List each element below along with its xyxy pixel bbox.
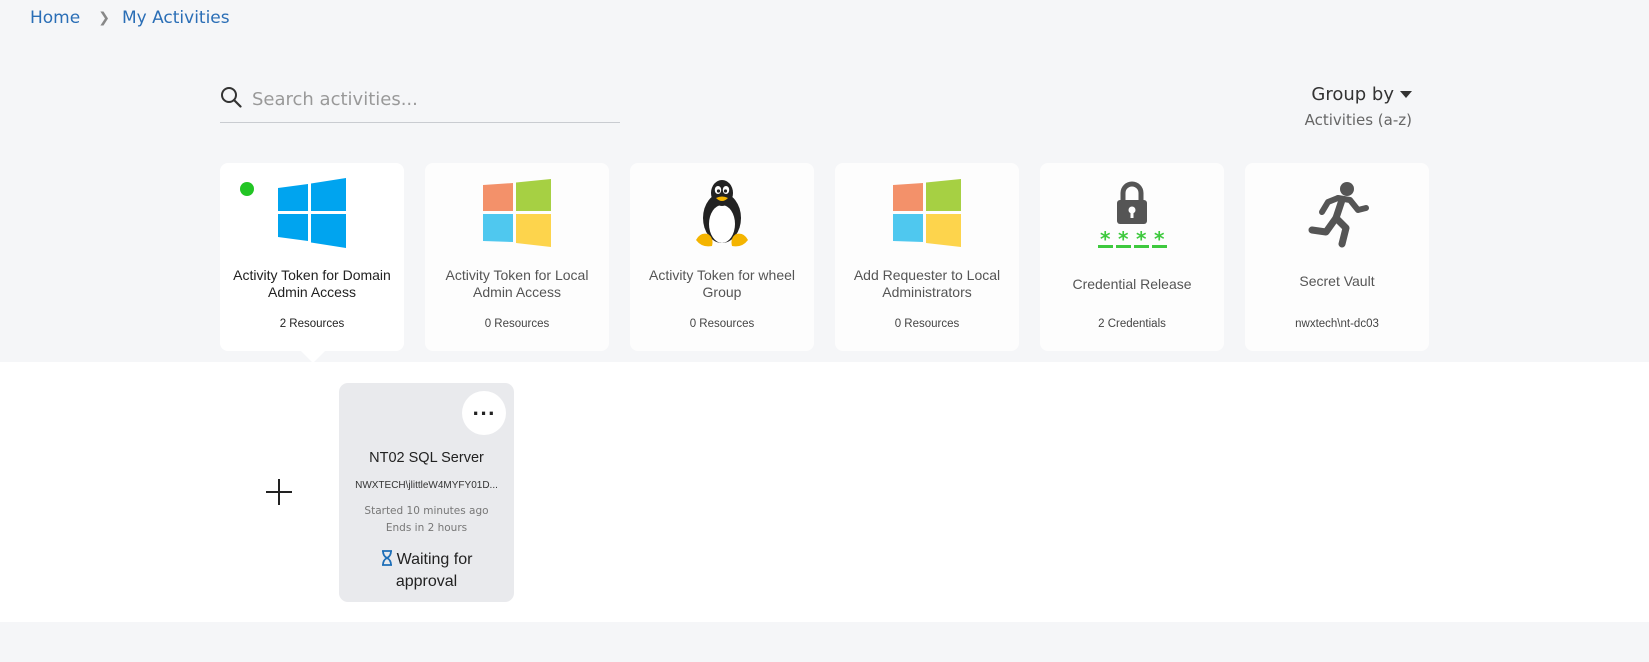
running-person-icon [1301,177,1373,249]
search-input[interactable] [252,86,602,112]
activity-card[interactable]: Activity Token for Domain Admin Access 2… [220,163,404,351]
resource-status-text: Waiting for approval [395,551,473,590]
linux-penguin-icon [686,177,758,249]
activity-card[interactable]: * * * * Credential Release 2 Credentials [1040,163,1224,351]
resource-card[interactable]: ... NT02 SQL Server NWXTECH\jlittleW4MYF… [339,383,514,602]
group-by: Group by Activities (a-z) [1305,84,1412,129]
windows-color-icon [481,177,553,249]
group-by-label: Group by [1311,84,1394,105]
activity-meta: 0 Resources [689,318,755,330]
breadcrumb: Home ❯ My Activities [30,8,230,28]
search-icon [221,87,242,108]
caret-down-icon [1400,91,1412,98]
resource-title: NT02 SQL Server [369,450,484,466]
add-resource-button[interactable] [264,477,294,507]
activity-title: Add Requester to Local Administrators [853,267,1001,300]
resources-panel [0,362,1649,622]
activity-card[interactable]: Activity Token for Local Admin Access 0 … [425,163,609,351]
activity-title: Activity Token for Local Admin Access [445,267,589,300]
hourglass-icon [381,550,392,566]
resource-ends: Ends in 2 hours [385,522,468,534]
more-options-button[interactable]: ... [462,391,506,435]
resource-started: Started 10 minutes ago [364,505,489,517]
activity-meta: nwxtech\nt-dc03 [1295,318,1379,330]
activity-card[interactable]: Add Requester to Local Administrators 0 … [835,163,1019,351]
activity-title: Credential Release [1072,276,1192,292]
activity-card[interactable]: Secret Vault nwxtech\nt-dc03 [1245,163,1429,351]
chevron-right-icon: ❯ [98,10,110,26]
activity-meta: 0 Resources [894,318,960,330]
activity-meta: 0 Resources [484,318,550,330]
breadcrumb-current-link[interactable]: My Activities [122,8,230,28]
activity-title: Activity Token for wheel Group [648,267,796,300]
resource-account: NWXTECH\jlittleW4MYFY01D... [355,480,498,491]
activity-meta: 2 Credentials [1098,318,1166,330]
activity-meta: 2 Resources [279,318,345,330]
resource-status: Waiting for approval [349,549,504,593]
activity-title: Secret Vault [1299,273,1375,289]
group-by-dropdown[interactable]: Group by [1305,84,1412,105]
windows-blue-icon [276,177,348,249]
activity-card[interactable]: Activity Token for wheel Group 0 Resourc… [630,163,814,351]
group-by-value: Activities (a-z) [1304,111,1412,129]
breadcrumb-home-link[interactable]: Home [30,8,80,28]
search-bar [220,86,620,123]
activity-title: Activity Token for Domain Admin Access [233,267,391,300]
selected-card-pointer [300,350,326,363]
activity-cards: Activity Token for Domain Admin Access 2… [220,163,1429,351]
active-status-dot [240,182,254,196]
lock-password-icon: * * * * [1096,177,1168,249]
windows-color-icon [891,177,963,249]
